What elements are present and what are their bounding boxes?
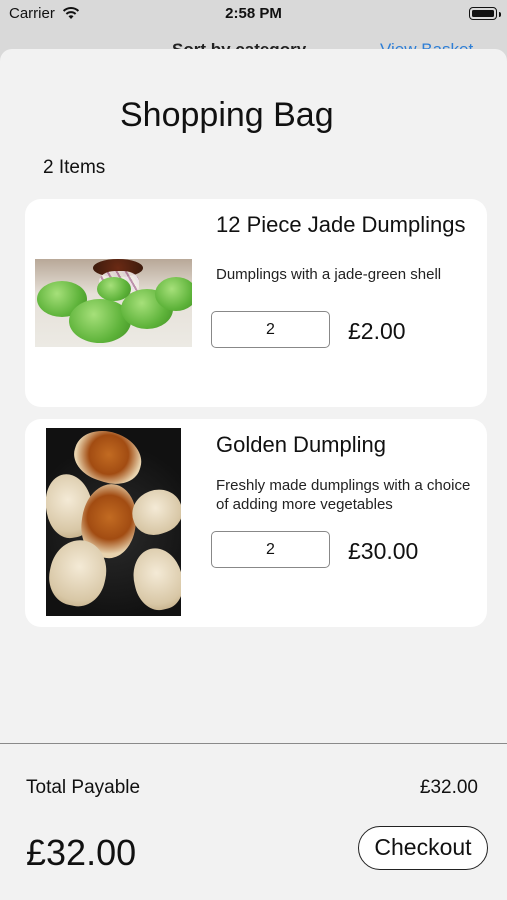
page-title: Shopping Bag — [120, 96, 334, 134]
quantity-field[interactable]: 2 — [211, 311, 330, 348]
item-title: Golden Dumpling — [216, 432, 386, 457]
item-description: Dumplings with a jade-green shell — [216, 266, 442, 283]
jade-dumplings-photo — [35, 259, 192, 347]
quantity-field[interactable]: 2 — [211, 531, 330, 568]
status-bar: Carrier 2:58 PM — [0, 0, 507, 30]
grand-total: £32.00 — [26, 832, 137, 873]
item-price: £30.00 — [348, 538, 419, 564]
item-price: £2.00 — [348, 318, 406, 344]
battery-icon — [469, 7, 501, 20]
golden-dumpling-photo — [46, 428, 181, 616]
item-description: Freshly made dumplings with a choice of … — [216, 477, 471, 513]
checkout-footer: Total Payable £32.00 £32.00 Checkout — [0, 743, 507, 900]
total-payable-value: £32.00 — [419, 777, 478, 798]
total-payable-label: Total Payable — [26, 777, 141, 798]
clock: 2:58 PM — [225, 5, 282, 22]
cart-item-card: Golden Dumpling Freshly made dumplings w… — [25, 419, 487, 627]
checkout-button[interactable]: Checkout — [358, 826, 488, 870]
cart-item-card: 12 Piece Jade Dumplings Dumplings with a… — [25, 199, 487, 407]
item-title: 12 Piece Jade Dumplings — [216, 212, 466, 237]
item-count-label: 2 Items — [43, 157, 106, 178]
